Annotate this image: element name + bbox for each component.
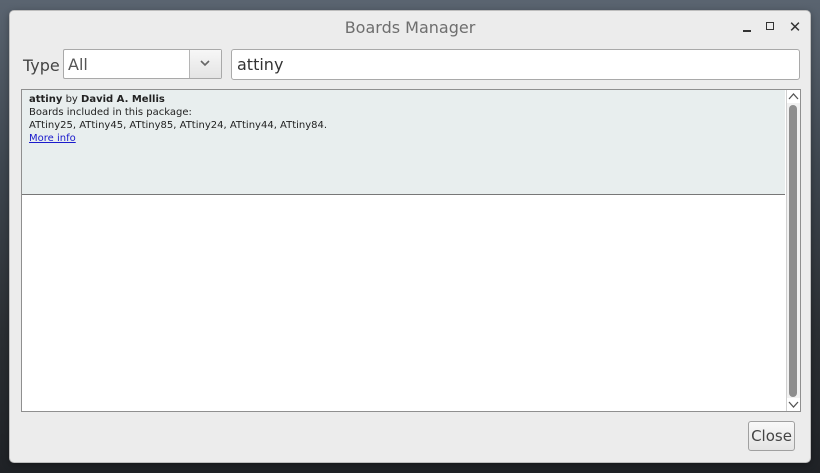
type-dropdown-toggle[interactable] [189, 50, 221, 78]
maximize-button[interactable] [762, 18, 780, 36]
package-author: David A. Mellis [81, 94, 165, 105]
window-title: Boards Manager [344, 18, 476, 37]
scroll-up-button[interactable] [787, 90, 800, 103]
results-list: attiny by David A. Mellis Boards include… [21, 89, 801, 412]
minimize-button[interactable] [738, 18, 756, 36]
window-close-button[interactable]: ✕ [786, 18, 804, 36]
maximize-icon [766, 22, 774, 30]
boards-heading: Boards included in this package: [29, 107, 192, 118]
search-input[interactable] [231, 49, 800, 80]
vertical-scrollbar[interactable] [786, 90, 800, 411]
scroll-thumb[interactable] [789, 105, 797, 397]
package-header-line: attiny by David A. Mellis [29, 93, 778, 106]
title-bar[interactable]: Boards Manager ✕ [10, 11, 810, 44]
type-dropdown[interactable]: All [63, 49, 222, 79]
list-item[interactable]: attiny by David A. Mellis Boards include… [22, 90, 785, 195]
type-label: Type [23, 56, 60, 75]
boards-list: ATtiny25, ATtiny45, ATtiny85, ATtiny24, … [29, 120, 328, 131]
more-info-link[interactable]: More info [29, 133, 76, 144]
boards-manager-window: Boards Manager ✕ Type All attiny by Davi… [10, 11, 810, 462]
chevron-down-icon [200, 60, 210, 67]
minimize-icon [743, 30, 751, 32]
close-icon: ✕ [788, 18, 802, 36]
package-by-text: by [65, 94, 78, 105]
close-button[interactable]: Close [748, 421, 795, 451]
scroll-down-button[interactable] [787, 398, 800, 411]
chevron-down-icon [788, 401, 799, 408]
chevron-up-icon [788, 93, 799, 100]
package-name: attiny [29, 94, 63, 105]
type-dropdown-value: All [68, 55, 88, 74]
